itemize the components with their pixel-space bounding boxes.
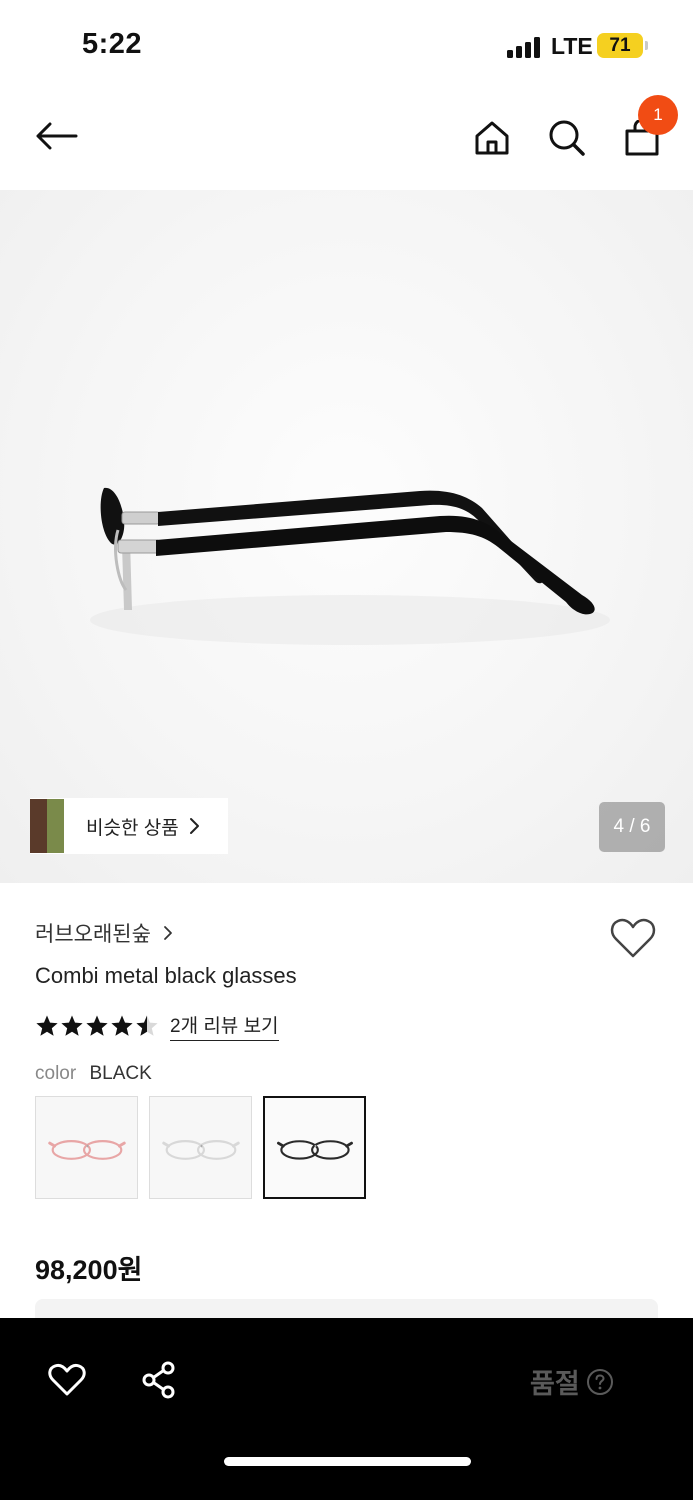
star-icon [86,1015,108,1036]
similar-products-button[interactable]: 비슷한 상품 [30,798,228,854]
review-link[interactable]: 2개 리뷰 보기 [170,1011,279,1041]
color-label: color [35,1063,77,1084]
home-button[interactable] [466,112,518,164]
bottom-wishlist-button[interactable] [42,1355,92,1405]
star-icon [136,1015,158,1036]
product-photo-glasses [90,487,610,645]
top-nav [0,90,693,190]
color-swatches [35,1096,377,1199]
star-rating [35,1014,160,1038]
status-bar: 5:22 LTE 71 [0,0,693,90]
back-arrow-icon [36,122,78,150]
search-button[interactable] [541,112,593,164]
soldout-label: 품절 [530,1369,580,1399]
share-icon [142,1361,175,1399]
product-image-gallery[interactable]: 비슷한 상품 4 / 6 [0,190,693,883]
similar-products-label: 비슷한 상품 [86,817,179,839]
heart-icon [48,1363,86,1396]
brand-link[interactable]: 러브오래된숲 [35,918,173,948]
search-icon [549,120,585,156]
color-value: BLACK [89,1063,152,1084]
star-icon [61,1015,83,1036]
image-page-indicator: 4 / 6 [599,802,665,852]
similar-products-thumbnail [30,799,64,853]
soldout-status: 품절 [530,1362,614,1401]
signal-strength-icon [507,36,543,58]
home-indicator[interactable] [224,1457,471,1466]
glasses-thumbnail [277,1140,353,1160]
back-button[interactable] [30,110,82,162]
status-time: 5:22 [82,28,143,60]
color-swatch-black[interactable] [263,1096,366,1199]
cart-count-badge: 1 [638,95,678,135]
color-swatch-clear[interactable] [149,1096,252,1199]
product-price: 98,200원 [35,1255,143,1285]
star-icon [111,1015,133,1036]
chevron-right-icon [189,818,199,834]
battery-icon: 71 [597,33,643,58]
heart-outline-icon [610,918,656,958]
color-swatch-pink[interactable] [35,1096,138,1199]
chevron-right-icon [164,926,172,940]
help-circle-icon[interactable] [586,1368,614,1396]
home-icon [475,121,509,155]
brand-name: 러브오래된숲 [35,923,151,946]
network-label: LTE [551,33,593,59]
wishlist-button[interactable] [609,916,657,962]
glasses-thumbnail [48,1140,126,1160]
battery-tip [645,41,648,50]
rating-row: 2개 리뷰 보기 [35,1010,279,1042]
bottom-action-bar: 품절 [0,1318,693,1500]
color-row: color BLACK [35,1063,152,1085]
product-title: Combi metal black glasses [35,963,297,988]
glasses-thumbnail [162,1140,240,1160]
battery-level: 71 [609,35,631,56]
share-button[interactable] [134,1355,184,1405]
star-icon [36,1015,58,1036]
